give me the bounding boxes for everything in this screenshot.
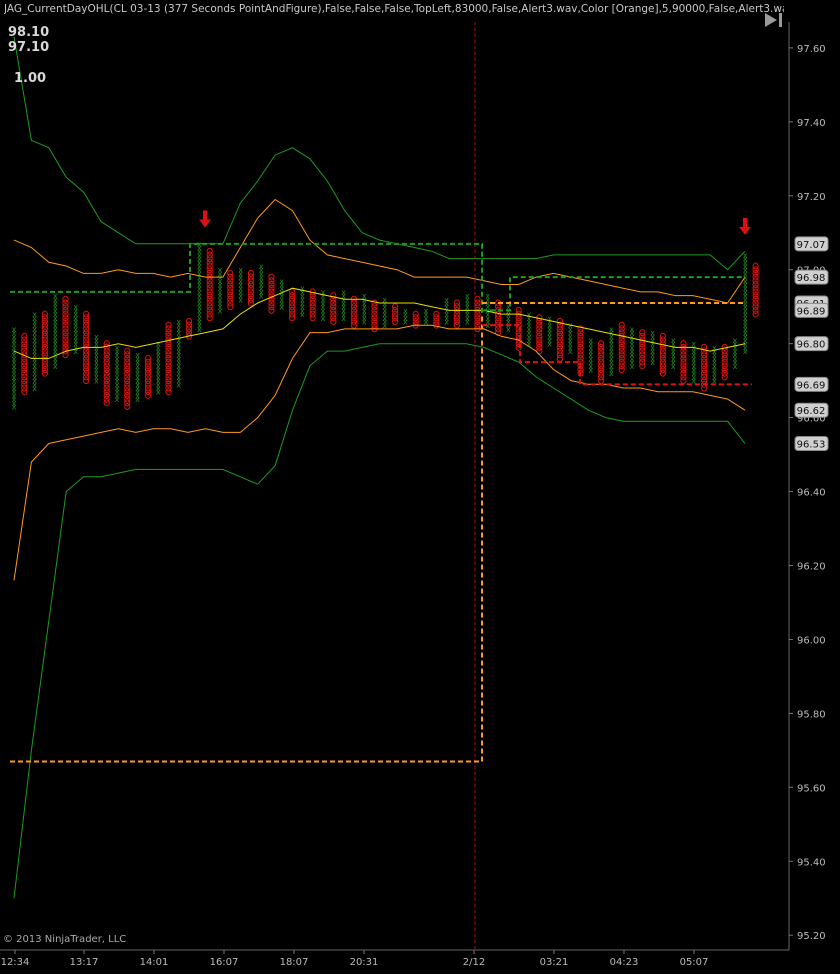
pnf-o-box	[392, 303, 399, 311]
alert-arrow-shaft	[743, 217, 747, 228]
pnf-o-box	[268, 273, 275, 281]
pnf-x-box: x	[527, 310, 532, 319]
pnf-x-box: x	[12, 325, 17, 334]
pnf-x-box: x	[403, 306, 408, 315]
price-label: 96.98	[797, 273, 826, 284]
y-tick-label: 95.40	[797, 857, 826, 868]
pnf-o-box	[474, 295, 481, 303]
x-tick-label: 04:23	[610, 957, 639, 968]
alert-arrow-shaft	[203, 210, 207, 221]
header-value-mid: 97.10	[8, 40, 50, 55]
pnf-x-box: x	[588, 336, 593, 345]
price-label: 96.80	[797, 340, 826, 351]
pnf-o-box	[639, 329, 646, 337]
pnf-x-box: x	[341, 288, 346, 297]
down-arrow-icon	[739, 226, 751, 235]
pnf-x-box: x	[650, 329, 655, 338]
pnf-o-box	[515, 306, 522, 314]
x-tick-label: 12:34	[1, 957, 30, 968]
pnf-x-box: x	[485, 292, 490, 301]
pnf-x-box: x	[259, 262, 264, 271]
pnf-o-box	[247, 269, 254, 277]
pnf-o-box	[618, 321, 625, 329]
y-tick-label: 96.00	[797, 635, 826, 646]
indicator-header: JAG_CurrentDayOHL(CL 03-13 (377 Seconds …	[4, 3, 784, 15]
x-tick-label: 20:31	[350, 957, 379, 968]
x-tick-label: 14:01	[140, 957, 169, 968]
pnf-x-box: x	[73, 303, 78, 312]
y-tick-label: 97.20	[797, 192, 826, 203]
down-arrow-icon	[199, 219, 211, 228]
pnf-o-box	[289, 288, 296, 296]
pnf-o-box	[62, 295, 69, 303]
band-line	[13, 198, 746, 304]
pnf-x-box: x	[53, 292, 58, 301]
x-tick-label: 05:07	[680, 957, 709, 968]
pnf-o-box	[680, 340, 687, 348]
pnf-o-box	[41, 310, 49, 318]
pnf-o-box	[124, 347, 131, 355]
x-tick-label: 18:07	[280, 957, 309, 968]
y-tick-label: 97.60	[797, 44, 826, 55]
pnf-x-box: x	[444, 295, 449, 304]
pnf-x-box: x	[238, 266, 243, 275]
play-forward-icon[interactable]	[763, 10, 785, 30]
prior-high-level	[10, 242, 483, 315]
y-tick-label: 95.60	[797, 783, 826, 794]
pnf-x-box: x	[465, 292, 470, 301]
y-tick-label: 95.20	[797, 931, 826, 942]
price-label: 96.53	[797, 439, 826, 450]
header-value-top: 98.10	[8, 25, 50, 40]
pnf-o-box	[186, 317, 193, 325]
price-label: 96.89	[797, 306, 826, 317]
pnf-o-box	[371, 299, 378, 307]
band-line	[13, 36, 746, 271]
x-tick-label: 03:21	[540, 957, 569, 968]
band-line	[13, 287, 746, 359]
pnf-o-box	[752, 262, 759, 270]
pnf-x-box: x	[94, 332, 99, 341]
pnf-x-box: x	[218, 266, 223, 275]
pnf-x-box: x	[424, 306, 429, 315]
pnf-x-box: x	[300, 284, 305, 293]
price-label: 96.62	[797, 406, 826, 417]
pnf-x-box: x	[135, 351, 140, 360]
y-tick-label: 97.40	[797, 118, 826, 129]
y-tick-label: 95.80	[797, 709, 826, 720]
y-tick-label: 96.40	[797, 488, 826, 499]
pnf-o-box	[433, 310, 440, 318]
pnf-x-box: x	[279, 277, 284, 286]
header-value-low: 1.00	[14, 71, 47, 86]
pnf-o-box	[659, 332, 667, 340]
pnf-chart[interactable]: 97.6097.4097.2097.0096.8096.6096.4096.20…	[0, 0, 840, 974]
band-line	[13, 324, 746, 581]
pnf-o-box	[227, 269, 234, 277]
session-high-level	[482, 276, 745, 312]
price-label: 96.69	[797, 380, 826, 391]
pnf-o-box	[412, 310, 419, 318]
y-tick-label: 96.20	[797, 561, 826, 572]
pnf-x-box: x	[630, 325, 635, 334]
pnf-o-box	[21, 332, 28, 340]
price-label: 97.07	[797, 240, 826, 251]
pnf-o-box	[165, 321, 172, 329]
copyright: © 2013 NinjaTrader, LLC	[3, 934, 127, 945]
prior-low-level	[10, 314, 483, 763]
pnf-x-box: x	[176, 317, 181, 326]
band-line	[13, 343, 746, 899]
pnf-o-box	[206, 247, 213, 255]
pnf-x-box: x	[671, 336, 676, 345]
pnf-x-box: x	[156, 340, 161, 349]
pnf-o-box	[598, 340, 605, 348]
pnf-x-box: x	[32, 310, 37, 319]
pnf-o-box	[453, 299, 460, 307]
x-tick-label: 13:17	[70, 957, 99, 968]
pnf-x-box: x	[733, 336, 738, 345]
x-tick-label: 16:07	[210, 957, 239, 968]
pnf-x-box: x	[609, 325, 614, 334]
x-tick-label: 2/12	[463, 957, 485, 968]
pnf-o-box	[83, 310, 90, 318]
pnf-o-box	[144, 354, 151, 362]
